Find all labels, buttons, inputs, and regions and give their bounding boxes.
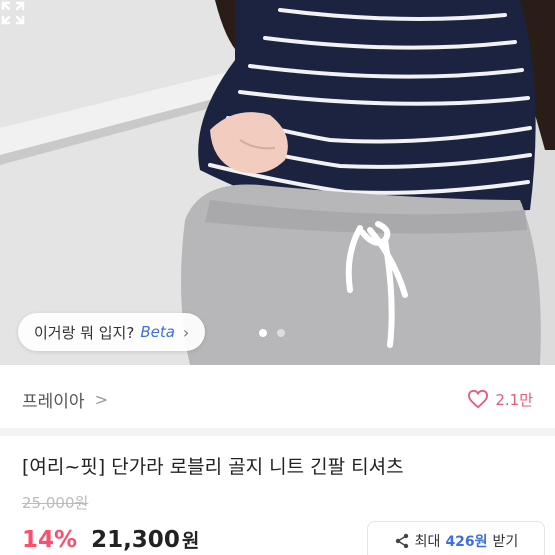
carousel-dot	[259, 329, 267, 337]
chevron-right-icon: ›	[182, 322, 190, 342]
product-image	[0, 0, 555, 365]
share-icon	[395, 533, 408, 549]
likes-count: 2.1만	[495, 390, 533, 409]
expand-icon[interactable]	[0, 0, 26, 26]
beta-label: Beta	[140, 323, 175, 341]
carousel-dot	[277, 329, 285, 337]
price-unit: 원	[181, 530, 200, 552]
original-price: 25,000원	[22, 494, 89, 512]
chevron-right-icon: >	[94, 389, 108, 409]
sale-price: 21,300	[91, 527, 180, 553]
coupon-suffix: 받기	[492, 534, 519, 550]
ai-chip-label: 이거랑 뭐 입지?	[34, 323, 135, 342]
ai-style-chip[interactable]: 이거랑 뭐 입지? Beta ›	[18, 313, 206, 351]
coupon-amount: 426원	[445, 534, 488, 550]
shop-name[interactable]: 프레이아	[22, 387, 85, 412]
discount-rate: 14%	[22, 527, 78, 553]
coupon-button[interactable]: 최대 426원 받기	[367, 521, 545, 555]
section-divider	[0, 428, 555, 436]
price-line: 14% 21,300 원	[22, 526, 199, 553]
shop-row[interactable]: 프레이아 > 2.1만	[0, 370, 555, 428]
heart-icon	[468, 389, 489, 409]
like-button[interactable]: 2.1만	[467, 389, 533, 410]
coupon-prefix: 최대	[414, 534, 441, 550]
carousel-indicator	[259, 329, 285, 337]
product-title: [여리~핏] 단가라 로블리 골지 니트 긴팔 티셔츠	[22, 456, 404, 478]
product-photo[interactable]: 이거랑 뭐 입지? Beta ›	[0, 0, 555, 365]
